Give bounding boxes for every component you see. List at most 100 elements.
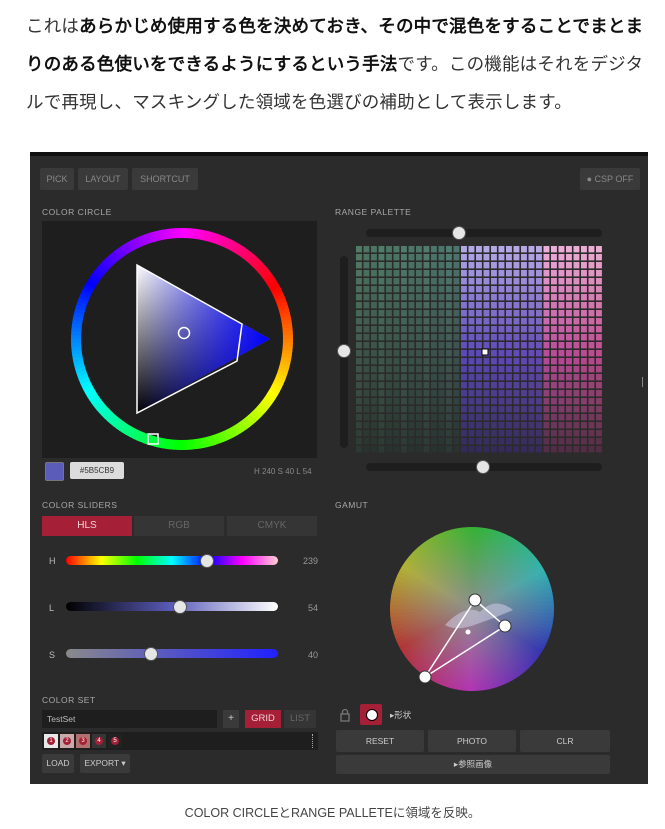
palette-cell[interactable] — [401, 406, 407, 413]
palette-cell[interactable] — [521, 270, 527, 277]
palette-cell[interactable] — [483, 262, 490, 269]
palette-cell[interactable] — [588, 414, 595, 421]
palette-cell[interactable] — [536, 318, 542, 325]
layout-button[interactable]: LAYOUT — [78, 168, 128, 190]
palette-cell[interactable] — [378, 334, 385, 341]
s-slider-track[interactable] — [66, 649, 278, 658]
palette-cell[interactable] — [438, 278, 445, 285]
pick-button[interactable]: PICK — [40, 168, 74, 190]
palette-cell[interactable] — [506, 414, 512, 421]
palette-cell[interactable] — [596, 278, 602, 285]
palette-cell[interactable] — [386, 318, 392, 325]
palette-cell[interactable] — [506, 446, 512, 453]
palette-cell[interactable] — [393, 342, 400, 349]
palette-cell[interactable] — [588, 374, 595, 381]
palette-cell[interactable] — [566, 334, 572, 341]
tab-rgb[interactable]: RGB — [134, 516, 224, 536]
palette-cell[interactable] — [498, 358, 505, 365]
palette-cell[interactable] — [408, 414, 415, 421]
palette-cell[interactable] — [461, 374, 467, 381]
palette-cell[interactable] — [386, 254, 392, 261]
palette-cell[interactable] — [386, 342, 392, 349]
lock-icon[interactable] — [338, 708, 352, 722]
palette-cell[interactable] — [558, 374, 565, 381]
palette-cell[interactable] — [528, 278, 535, 285]
palette-cell[interactable] — [536, 366, 542, 373]
palette-cell[interactable] — [371, 302, 377, 309]
palette-cell[interactable] — [356, 262, 362, 269]
palette-cell[interactable] — [528, 414, 535, 421]
palette-cell[interactable] — [363, 350, 370, 357]
palette-cell[interactable] — [543, 254, 550, 261]
palette-cell[interactable] — [378, 398, 385, 405]
palette-cell[interactable] — [371, 390, 377, 397]
palette-cell[interactable] — [416, 406, 422, 413]
palette-cell[interactable] — [491, 262, 497, 269]
palette-cell[interactable] — [461, 422, 467, 429]
tab-cmyk[interactable]: CMYK — [227, 516, 317, 536]
palette-cell[interactable] — [528, 430, 535, 437]
palette-cell[interactable] — [363, 278, 370, 285]
palette-cell[interactable] — [558, 262, 565, 269]
palette-cell[interactable] — [468, 326, 475, 333]
palette-cell[interactable] — [573, 326, 580, 333]
palette-cell[interactable] — [528, 406, 535, 413]
palette-cell[interactable] — [558, 286, 565, 293]
palette-cell[interactable] — [483, 438, 490, 445]
palette-cell[interactable] — [483, 366, 490, 373]
palette-cell[interactable] — [446, 270, 452, 277]
palette-cell[interactable] — [566, 422, 572, 429]
palette-cell[interactable] — [588, 318, 595, 325]
palette-cell[interactable] — [371, 358, 377, 365]
palette-cell[interactable] — [453, 342, 460, 349]
palette-cell[interactable] — [401, 302, 407, 309]
palette-cell[interactable] — [416, 294, 422, 301]
palette-cell[interactable] — [438, 390, 445, 397]
palette-cell[interactable] — [386, 414, 392, 421]
palette-cell[interactable] — [551, 422, 557, 429]
palette-cell[interactable] — [431, 270, 437, 277]
palette-cell[interactable] — [438, 286, 445, 293]
palette-cell[interactable] — [513, 246, 520, 253]
palette-cell[interactable] — [386, 390, 392, 397]
palette-cell[interactable] — [506, 326, 512, 333]
palette-cell[interactable] — [416, 430, 422, 437]
palette-cell[interactable] — [371, 350, 377, 357]
load-button[interactable]: LOAD — [42, 754, 74, 773]
palette-cell[interactable] — [498, 326, 505, 333]
palette-cell[interactable] — [461, 390, 467, 397]
palette-cell[interactable] — [363, 262, 370, 269]
palette-cell[interactable] — [468, 422, 475, 429]
palette-cell[interactable] — [431, 446, 437, 453]
palette-cell[interactable] — [513, 310, 520, 317]
palette-cell[interactable] — [558, 270, 565, 277]
palette-cell[interactable] — [588, 294, 595, 301]
palette-cell[interactable] — [528, 358, 535, 365]
palette-cell[interactable] — [498, 294, 505, 301]
palette-cell[interactable] — [558, 310, 565, 317]
palette-cell[interactable] — [423, 374, 430, 381]
palette-cell[interactable] — [438, 294, 445, 301]
palette-cell[interactable] — [498, 318, 505, 325]
palette-cell[interactable] — [573, 398, 580, 405]
palette-cell[interactable] — [491, 438, 497, 445]
palette-cell[interactable] — [356, 382, 362, 389]
palette-cell[interactable] — [363, 334, 370, 341]
palette-cell[interactable] — [566, 446, 572, 453]
palette-cell[interactable] — [423, 286, 430, 293]
palette-cell[interactable] — [588, 302, 595, 309]
palette-cell[interactable] — [551, 438, 557, 445]
palette-cell[interactable] — [588, 278, 595, 285]
palette-cell[interactable] — [528, 350, 535, 357]
palette-cell[interactable] — [371, 334, 377, 341]
palette-cell[interactable] — [378, 374, 385, 381]
palette-cell[interactable] — [573, 422, 580, 429]
palette-cell[interactable] — [423, 318, 430, 325]
gamut-handle-3[interactable] — [418, 670, 432, 684]
palette-cell[interactable] — [573, 294, 580, 301]
palette-cell[interactable] — [588, 350, 595, 357]
palette-cell[interactable] — [558, 358, 565, 365]
reference-image-button[interactable]: ▸参照画像 — [336, 755, 610, 774]
palette-cell[interactable] — [371, 446, 377, 453]
palette-cell[interactable] — [363, 294, 370, 301]
